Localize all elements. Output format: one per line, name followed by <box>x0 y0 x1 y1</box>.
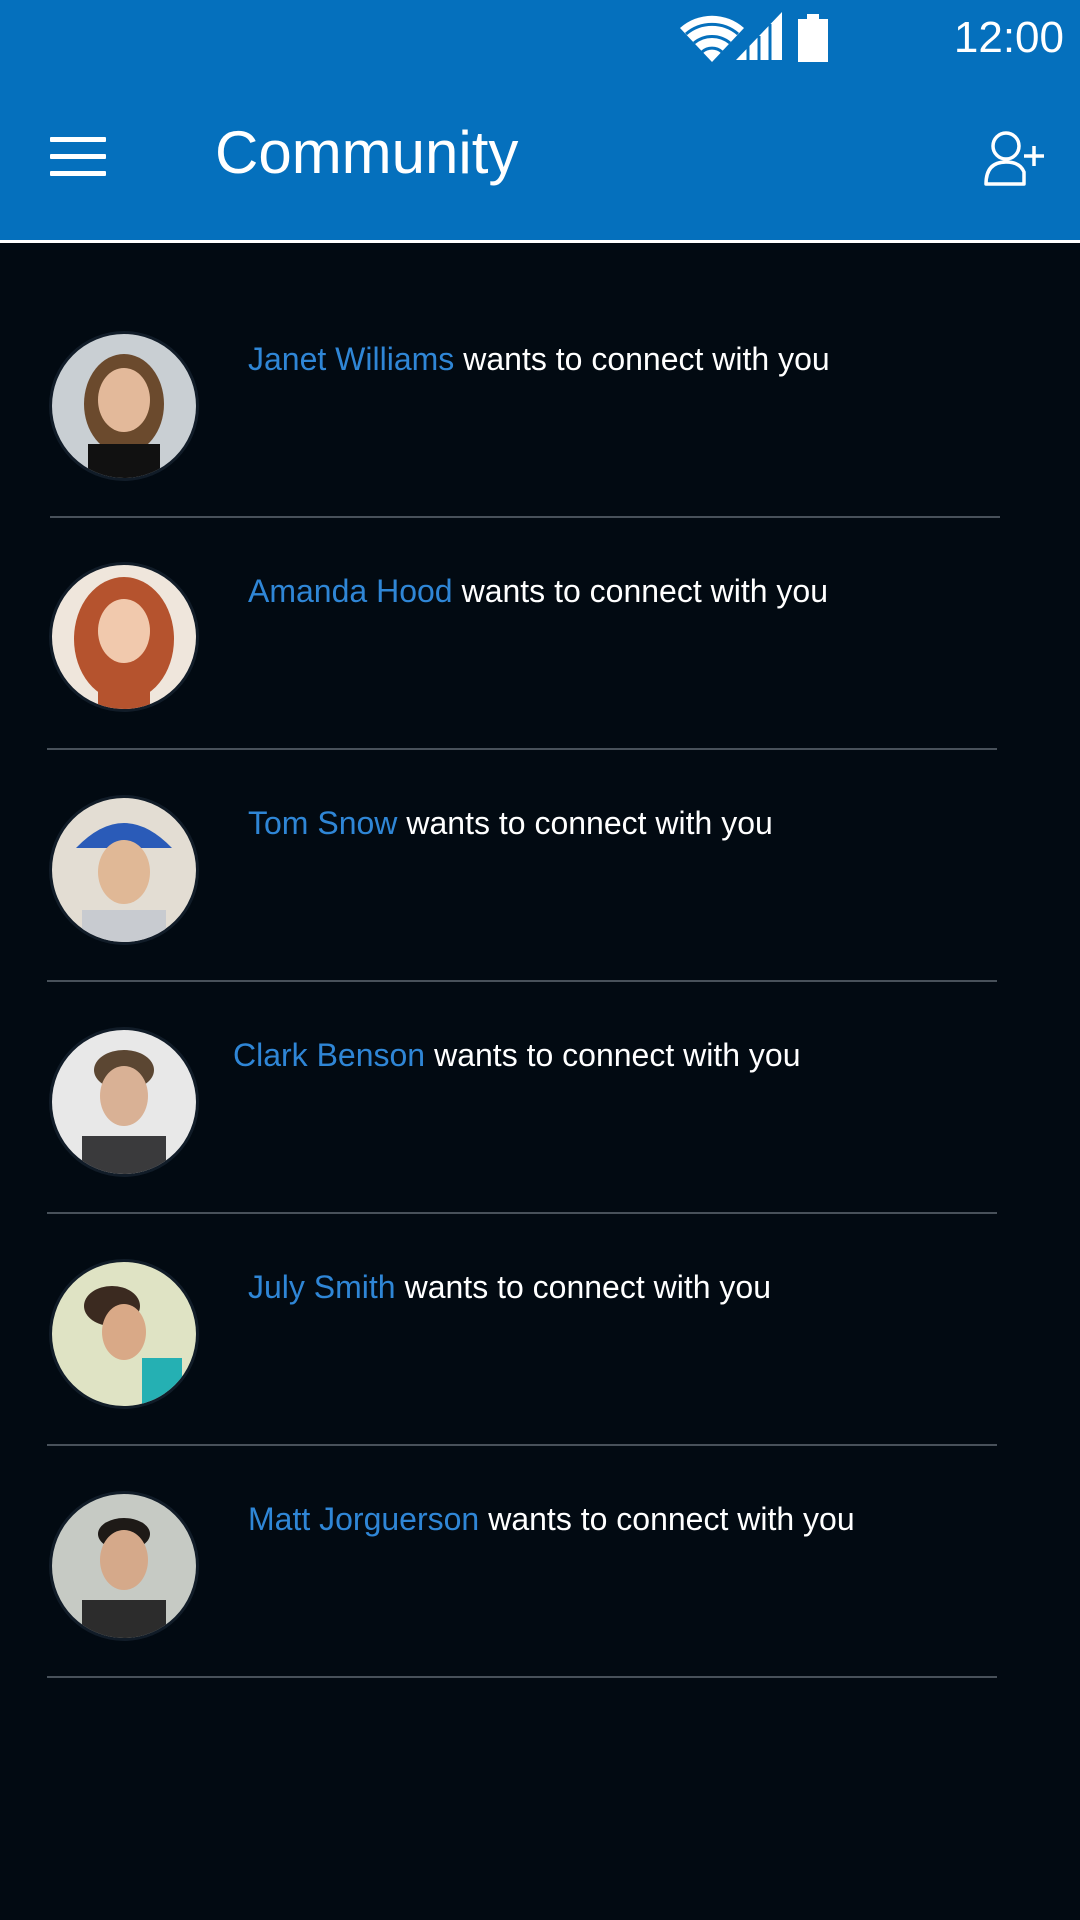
status-bar: 12:00 <box>480 0 1080 80</box>
request-message: wants to connect with you <box>461 572 828 609</box>
request-message: wants to connect with you <box>463 340 830 377</box>
request-message: wants to connect with you <box>404 1268 772 1305</box>
request-name[interactable]: Matt Jorguerson <box>248 1501 479 1538</box>
row-divider <box>47 1676 997 1678</box>
request-message: wants to connect with you <box>488 1500 855 1537</box>
list-item[interactable]: Matt Jorguerson wants to connect with yo… <box>0 1403 1080 1638</box>
request-name[interactable]: Clark Benson <box>233 1037 425 1074</box>
list-item[interactable]: Amanda Hood wants to connect with you <box>0 475 1080 709</box>
avatar[interactable] <box>52 1494 196 1638</box>
list-item[interactable]: Tom Snow wants to connect with you <box>0 707 1080 942</box>
signal-icon <box>736 12 782 60</box>
request-name[interactable]: Janet Williams <box>248 341 454 378</box>
request-text: July Smith wants to connect with you <box>248 1171 771 1403</box>
wifi-icon <box>680 15 744 62</box>
request-text: Clark Benson wants to connect with you <box>233 939 801 1171</box>
list-item[interactable]: Clark Benson wants to connect with you <box>0 939 1080 1174</box>
avatar[interactable] <box>52 565 196 709</box>
request-text: Janet Williams wants to connect with you <box>248 243 830 475</box>
request-text: Amanda Hood wants to connect with you <box>248 475 828 707</box>
avatar[interactable] <box>52 1262 196 1406</box>
add-user-icon[interactable] <box>982 128 1046 188</box>
battery-icon <box>798 14 828 62</box>
request-name[interactable]: Tom Snow <box>248 805 397 842</box>
status-time: 12:00 <box>953 13 1064 62</box>
request-text: Matt Jorguerson wants to connect with yo… <box>248 1403 855 1635</box>
list-item[interactable]: July Smith wants to connect with you <box>0 1171 1080 1406</box>
menu-icon[interactable] <box>50 137 106 177</box>
request-message: wants to connect with you <box>434 1036 801 1073</box>
request-message: wants to connect with you <box>406 804 773 841</box>
request-name[interactable]: Amanda Hood <box>248 573 453 610</box>
request-name[interactable]: July Smith <box>248 1269 396 1306</box>
list-item[interactable]: Janet Williams wants to connect with you <box>0 243 1080 478</box>
app-bar: 12:00 Community <box>0 0 1080 240</box>
avatar[interactable] <box>52 798 196 942</box>
request-text: Tom Snow wants to connect with you <box>248 707 773 939</box>
avatar[interactable] <box>52 334 196 478</box>
page-title: Community <box>215 119 519 186</box>
avatar[interactable] <box>52 1030 196 1174</box>
